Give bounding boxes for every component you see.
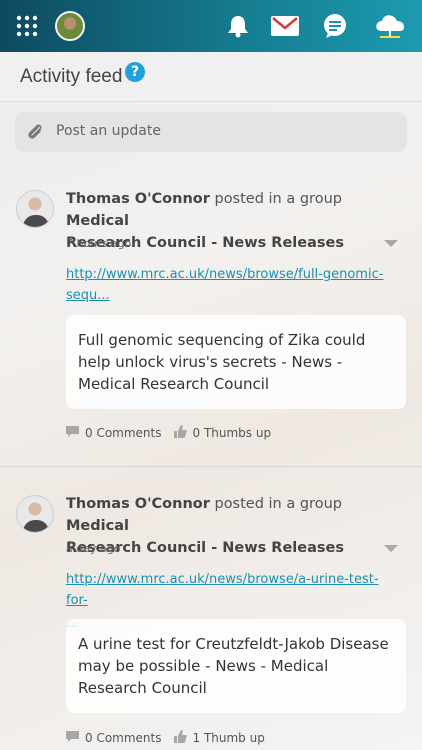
post-actions: 0 Comments 1 Thumb up	[66, 730, 265, 746]
post-update-input[interactable]: Post an update	[15, 112, 407, 152]
page-header: Activity feed ?	[0, 52, 422, 102]
thumbs-up-icon[interactable]	[173, 730, 187, 746]
post-link-line2[interactable]: sequ...	[66, 288, 110, 303]
post-update-placeholder: Post an update	[56, 123, 161, 139]
thumbs-count[interactable]: 0 Thumbs up	[193, 426, 272, 440]
post-link-line1[interactable]: http://www.mrc.ac.uk/news/browse/full-ge…	[66, 267, 383, 282]
top-bar	[0, 0, 422, 52]
post-link[interactable]: http://www.mrc.ac.uk/news/browse/full-ge…	[66, 264, 396, 306]
thumbs-up-icon[interactable]	[173, 425, 187, 441]
post-time: 7 hours ago	[66, 237, 132, 250]
comment-icon[interactable]	[66, 425, 79, 441]
author-name[interactable]: Thomas O'Connor	[66, 191, 210, 207]
comments-count[interactable]: 0 Comments	[85, 426, 162, 440]
thumbs-count[interactable]: 1 Thumb up	[193, 731, 265, 745]
paperclip-icon[interactable]	[25, 122, 45, 142]
post-time: a day ago	[66, 542, 121, 555]
comment-icon[interactable]	[66, 730, 79, 746]
post-action: posted in a group	[214, 496, 342, 512]
link-preview[interactable]: A urine test for Creutzfeldt-Jakob Disea…	[66, 619, 406, 713]
user-avatar[interactable]	[54, 0, 86, 52]
comments-count[interactable]: 0 Comments	[85, 731, 162, 745]
author-avatar[interactable]	[16, 495, 54, 533]
link-preview[interactable]: Full genomic sequencing of Zika could he…	[66, 315, 406, 409]
help-icon[interactable]: ?	[125, 62, 145, 82]
bell-icon[interactable]	[224, 0, 252, 52]
author-name[interactable]: Thomas O'Connor	[66, 496, 210, 512]
chevron-down-icon[interactable]	[384, 545, 398, 552]
post-actions: 0 Comments 0 Thumbs up	[66, 425, 271, 441]
author-avatar[interactable]	[16, 190, 54, 228]
mail-icon[interactable]	[268, 0, 302, 52]
chat-icon[interactable]	[320, 0, 350, 52]
group-name[interactable]: Medical	[66, 518, 129, 534]
post-link-line1[interactable]: http://www.mrc.ac.uk/news/browse/a-urine…	[66, 572, 379, 608]
post-action: posted in a group	[214, 191, 342, 207]
chevron-down-icon[interactable]	[384, 240, 398, 247]
page-title: Activity feed	[20, 66, 123, 87]
apps-grid-icon[interactable]	[14, 0, 40, 52]
group-name[interactable]: Medical	[66, 213, 129, 229]
feed-divider	[0, 466, 422, 467]
cloud-icon[interactable]	[372, 0, 408, 52]
